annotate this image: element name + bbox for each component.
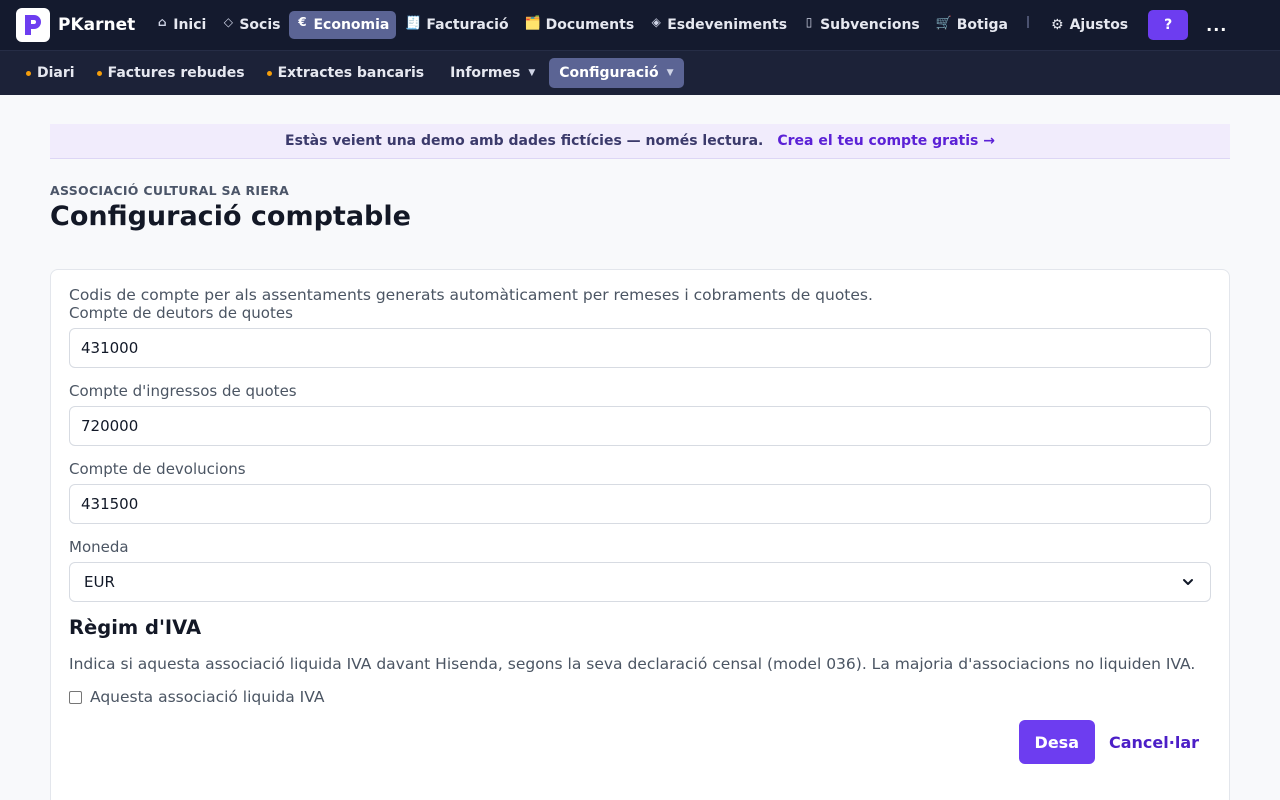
- field-ingressos-quotes: Compte d'ingressos de quotes 720000: [69, 382, 1211, 446]
- field-label: Moneda: [69, 538, 129, 556]
- field-moneda: Moneda EUR: [69, 538, 1211, 602]
- nav-item-esdeveniments[interactable]: ◈ Esdeveniments: [643, 11, 794, 39]
- home-icon: ⌂: [157, 15, 167, 29]
- page-title: Configuració comptable: [50, 201, 411, 232]
- grant-icon: ▯: [805, 15, 813, 29]
- vat-checkbox[interactable]: [69, 690, 82, 704]
- diamond-icon: ◇: [223, 15, 233, 29]
- nav-item-label: Inici: [173, 17, 207, 33]
- form-actions: Desa Cancel·lar: [69, 720, 1211, 764]
- subnav-item-configuracio[interactable]: Configuració ▼: [549, 58, 684, 88]
- pkarnet-logo-icon: [16, 8, 50, 42]
- status-dot-icon: [266, 70, 272, 76]
- subnav-item-extractes-bancaris[interactable]: Extractes bancaris: [259, 58, 433, 88]
- devolucions-input[interactable]: 431500: [69, 484, 1211, 524]
- nav-item-label: Economia: [313, 17, 390, 33]
- app-name: PKarnet: [58, 15, 136, 35]
- subnav-item-diari[interactable]: Diari: [18, 58, 83, 88]
- nav-item-label: Documents: [545, 17, 635, 33]
- chevron-down-icon: ▼: [666, 68, 674, 78]
- settings-label: Ajustos: [1069, 17, 1129, 33]
- nav-item-label: Subvencions: [820, 17, 920, 33]
- sub-navigation-bar: Diari Factures rebudes Extractes bancari…: [0, 50, 1280, 95]
- nav-item-subvencions[interactable]: ▯ Subvencions: [796, 11, 927, 39]
- field-label: Compte de deutors de quotes: [69, 304, 293, 322]
- demo-banner: Estàs veient una demo amb dades fictície…: [50, 124, 1230, 159]
- shopping-cart-icon: 🛒: [935, 15, 952, 31]
- vat-checkbox-row[interactable]: Aquesta associació liquida IVA: [69, 688, 1211, 706]
- subnav-item-label: Configuració: [559, 65, 659, 81]
- subnav-item-label: Diari: [37, 65, 75, 81]
- nav-item-socis[interactable]: ◇ Socis: [215, 11, 287, 39]
- euro-icon: €: [298, 15, 307, 29]
- subnav-item-label: Extractes bancaris: [277, 65, 425, 81]
- ingressos-quotes-input[interactable]: 720000: [69, 406, 1211, 446]
- demo-banner-text: Estàs veient una demo amb dades fictície…: [285, 133, 764, 149]
- more-menu-button[interactable]: ...: [1206, 16, 1227, 35]
- field-label: Compte d'ingressos de quotes: [69, 382, 297, 400]
- field-deutors-quotes: Compte de deutors de quotes 431000: [69, 304, 1211, 368]
- accounting-settings-card: Codis de compte per als assentaments gen…: [50, 269, 1230, 800]
- form-description: Codis de compte per als assentaments gen…: [69, 286, 873, 304]
- vat-checkbox-label[interactable]: Aquesta associació liquida IVA: [90, 688, 324, 706]
- deutors-quotes-input[interactable]: 431000: [69, 328, 1211, 368]
- nav-item-facturacio[interactable]: 🧾 Facturació: [398, 11, 515, 39]
- app-logo[interactable]: PKarnet: [16, 8, 135, 42]
- vat-section-title: Règim d'IVA: [69, 616, 202, 639]
- status-dot-icon: [26, 70, 31, 76]
- nav-item-economia[interactable]: € Economia: [289, 11, 397, 39]
- save-button[interactable]: Desa: [1018, 720, 1095, 764]
- event-diamond-icon: ◈: [651, 15, 661, 29]
- subnav-item-label: Factures rebudes: [107, 65, 245, 81]
- help-button[interactable]: ?: [1148, 10, 1189, 40]
- nav-item-label: Botiga: [956, 17, 1008, 33]
- chevron-down-icon: ▼: [528, 68, 536, 78]
- status-dot-icon: [96, 70, 102, 76]
- folder-icon: 🗂️: [524, 15, 541, 31]
- currency-select[interactable]: EUR: [69, 562, 1211, 602]
- settings-button[interactable]: ⚙ Ajustos: [1043, 17, 1136, 33]
- organization-name: ASSOCIACIÓ CULTURAL SA RIERA: [50, 183, 290, 198]
- nav-item-botiga[interactable]: 🛒 Botiga: [929, 11, 1015, 39]
- subnav-item-factures-rebudes[interactable]: Factures rebudes: [89, 58, 253, 88]
- nav-item-label: Esdeveniments: [667, 17, 788, 33]
- nav-item-label: Socis: [239, 17, 281, 33]
- chevron-down-icon: [1183, 579, 1193, 585]
- subnav-item-informes[interactable]: Informes ▼: [442, 58, 543, 88]
- top-navigation-bar: PKarnet ⌂ Inici ◇ Socis € Economia 🧾 Fac…: [0, 0, 1280, 50]
- nav-item-label: Facturació: [426, 17, 509, 33]
- field-label: Compte de devolucions: [69, 460, 246, 478]
- main-content: Estàs veient una demo amb dades fictície…: [0, 95, 1280, 800]
- receipt-icon: 🧾: [405, 15, 422, 31]
- gear-icon: ⚙: [1051, 17, 1064, 33]
- nav-item-documents[interactable]: 🗂️ Documents: [518, 11, 642, 39]
- nav-divider: [1027, 16, 1029, 28]
- main-nav: ⌂ Inici ◇ Socis € Economia 🧾 Facturació …: [149, 11, 1015, 39]
- create-account-link[interactable]: Crea el teu compte gratis →: [777, 133, 995, 149]
- currency-selected-value: EUR: [84, 573, 115, 591]
- field-devolucions: Compte de devolucions 431500: [69, 460, 1211, 524]
- nav-item-inici[interactable]: ⌂ Inici: [149, 11, 213, 39]
- cancel-button[interactable]: Cancel·lar: [1109, 733, 1199, 752]
- vat-section-description: Indica si aquesta associació liquida IVA…: [69, 655, 1196, 673]
- subnav-item-label: Informes: [450, 65, 521, 81]
